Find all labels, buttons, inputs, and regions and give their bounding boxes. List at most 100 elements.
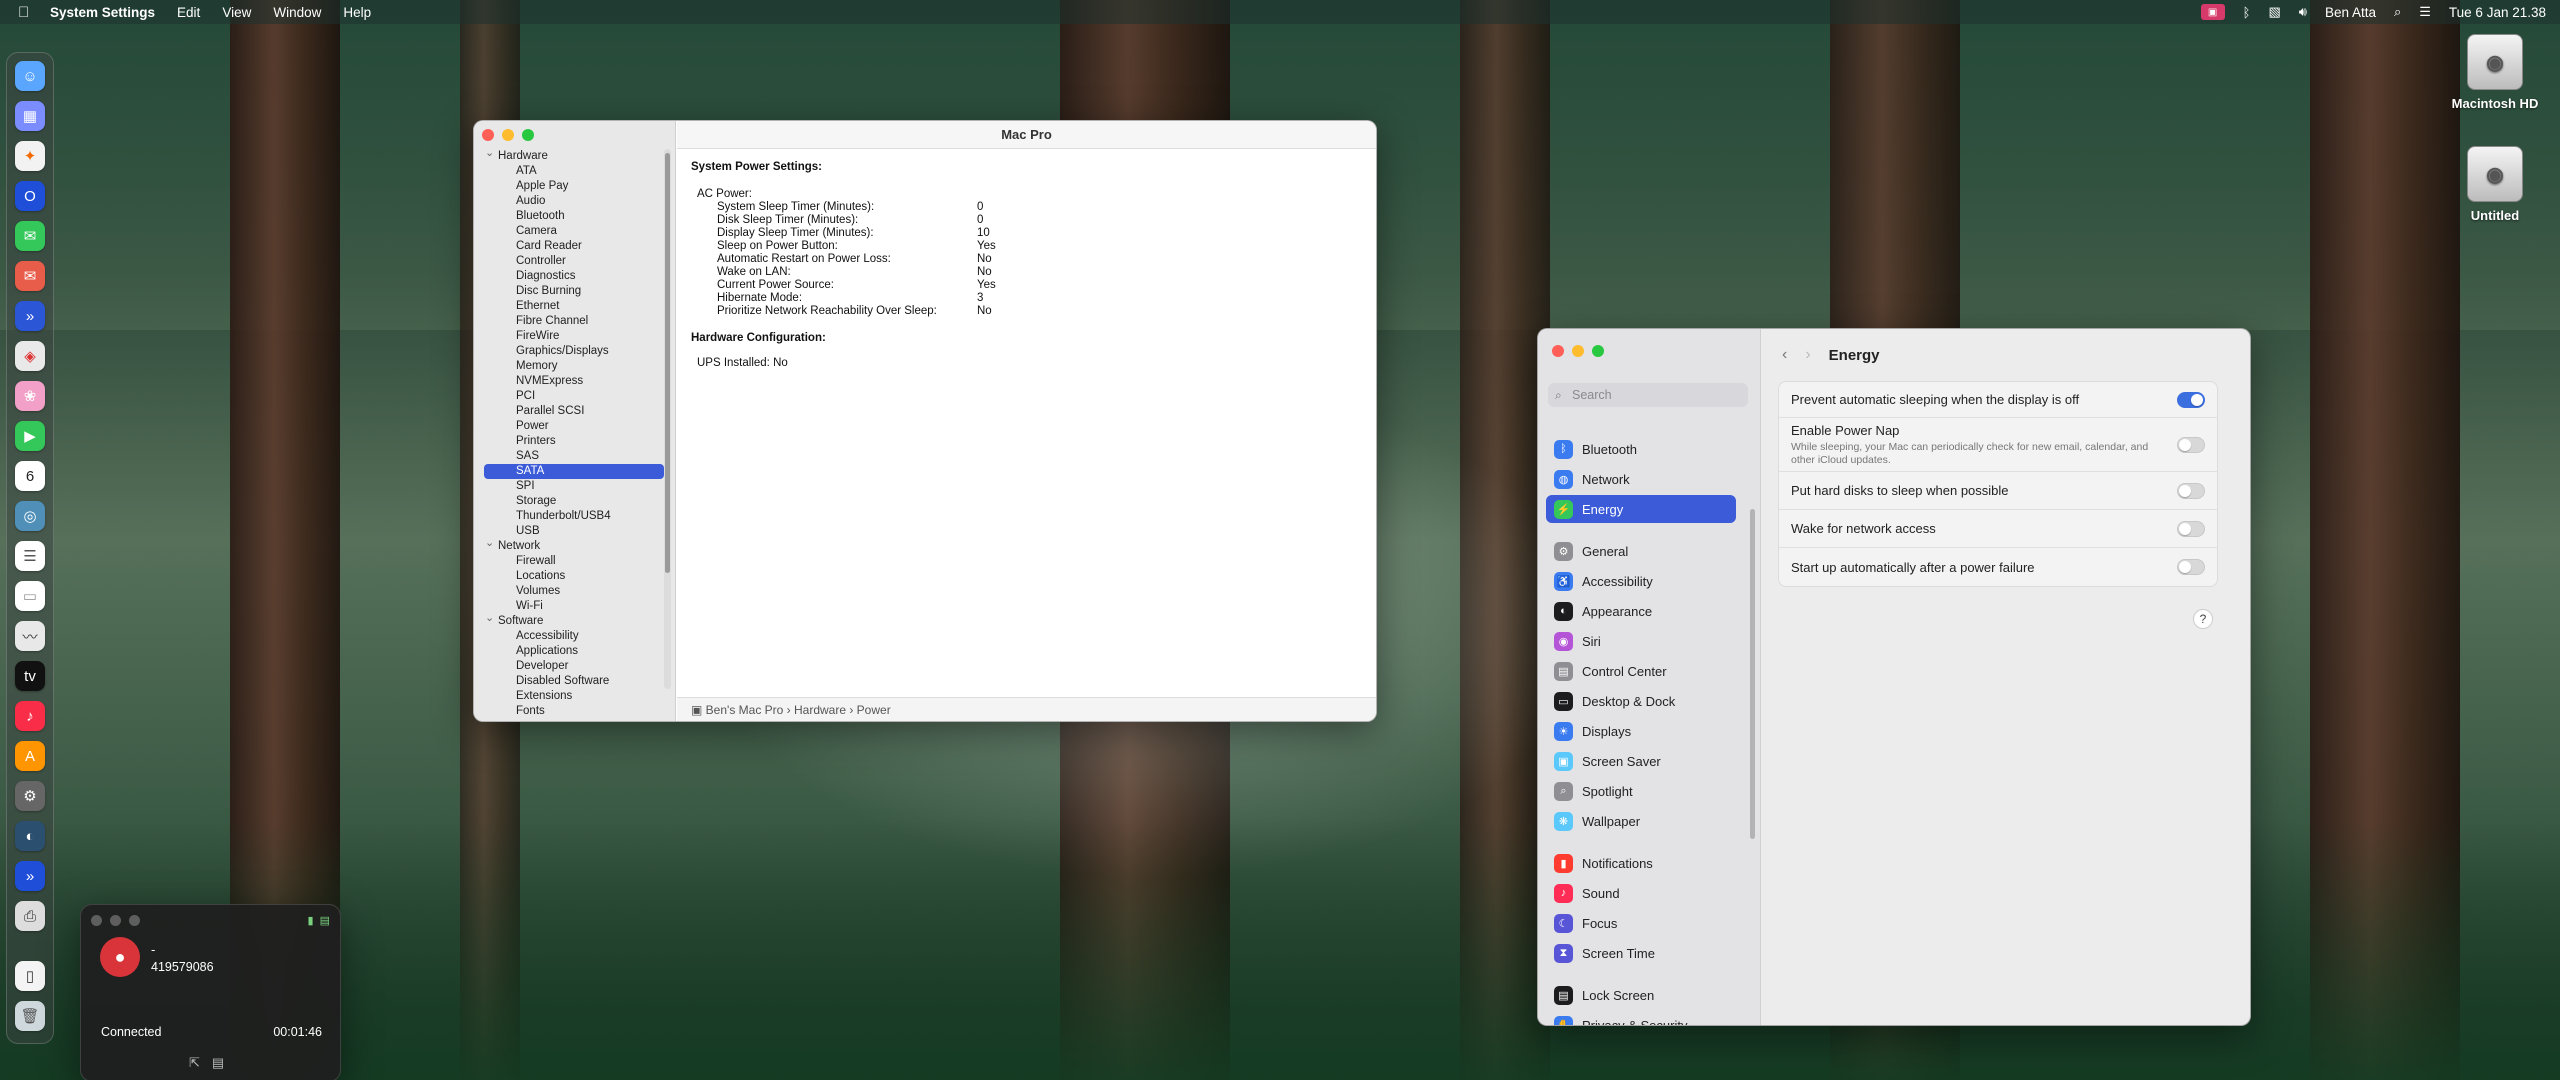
close-button[interactable] [482, 129, 494, 141]
sidebar-item-energy[interactable]: ⚡ Energy [1546, 495, 1736, 523]
app-icon-blue[interactable]: ◎ [15, 501, 45, 531]
remote-app-icon[interactable]: » [15, 861, 45, 891]
tree-item[interactable]: ATA [484, 164, 664, 179]
tree-item[interactable]: Power [484, 419, 664, 434]
mail-icon[interactable]: ✉ [15, 261, 45, 291]
tree-item[interactable]: Graphics/Displays [484, 344, 664, 359]
tree-item[interactable]: NVMExpress [484, 374, 664, 389]
tree-item[interactable]: Parallel SCSI [484, 404, 664, 419]
sidebar-item-bluetooth[interactable]: ᛒ Bluetooth [1546, 435, 1736, 463]
tree-item[interactable]: Firewall [484, 554, 664, 569]
message-icon[interactable]: ▤ [212, 1055, 224, 1071]
maps-icon[interactable]: ◈ [15, 341, 45, 371]
menu-user-name[interactable]: Ben Atta [2325, 5, 2376, 20]
sidebar-item-privacy-security[interactable]: ✋ Privacy & Security [1546, 1011, 1736, 1025]
menu-app-name[interactable]: System Settings [50, 5, 155, 20]
bluetooth-status-icon[interactable]: ᛒ [2243, 5, 2251, 20]
tree-item[interactable]: Wi-Fi [484, 599, 664, 614]
tree-item[interactable]: Diagnostics [484, 269, 664, 284]
chat-icon[interactable]: ▤ [320, 914, 330, 927]
opera-icon[interactable]: O [15, 181, 45, 211]
apple-tv-icon[interactable]: tv [15, 661, 45, 691]
sidebar-item-displays[interactable]: ☀ Displays [1546, 717, 1736, 745]
tree-item[interactable]: Ethernet [484, 299, 664, 314]
reminders-icon[interactable]: ☰ [15, 541, 45, 571]
printer-icon[interactable]: ⎙ [15, 901, 45, 931]
finder-icon[interactable]: ☺ [15, 61, 45, 91]
spotlight-search-icon[interactable]: ⌕ [2394, 4, 2401, 20]
activity-icon[interactable]: ▧ [2268, 4, 2280, 20]
tree-item[interactable]: Memory [484, 359, 664, 374]
tree-group[interactable]: Software [484, 611, 664, 629]
option-toggle[interactable] [2177, 520, 2205, 537]
sidebar-item-screen-time[interactable]: ⧗ Screen Time [1546, 939, 1736, 967]
music-icon[interactable]: ♪ [15, 701, 45, 731]
sidebar-item-lock-screen[interactable]: ▤ Lock Screen [1546, 981, 1736, 1009]
tree-group[interactable]: Network [484, 536, 664, 554]
tree-item[interactable]: Volumes [484, 584, 664, 599]
tree-group[interactable]: Hardware [484, 146, 664, 164]
sidebar-item-siri[interactable]: ◉ Siri [1546, 627, 1736, 655]
desktop-disk-macintosh-hd[interactable]: ◉ Macintosh HD [2430, 34, 2560, 111]
tree-item[interactable]: PCI [484, 389, 664, 404]
tree-item[interactable]: USB [484, 524, 664, 539]
tree-item[interactable]: Disabled Software [484, 674, 664, 689]
tree-item[interactable]: Applications [484, 644, 664, 659]
photos-icon[interactable]: ❀ [15, 381, 45, 411]
system-settings-icon[interactable]: ⚙ [15, 781, 45, 811]
minimize-button[interactable] [110, 915, 121, 926]
option-toggle[interactable] [2177, 559, 2205, 575]
sidebar-item-control-center[interactable]: ▤ Control Center [1546, 657, 1736, 685]
menu-view[interactable]: View [222, 5, 251, 20]
facetime-icon[interactable]: ▶ [15, 421, 45, 451]
back-button[interactable]: ‹ [1782, 346, 1787, 364]
sidebar-item-screen-saver[interactable]: ▣ Screen Saver [1546, 747, 1736, 775]
remote-desktop-icon[interactable]: » [15, 301, 45, 331]
trash-icon[interactable]: 🗑︎ [15, 1001, 45, 1031]
tree-item[interactable]: Accessibility [484, 629, 664, 644]
calendar-icon[interactable]: 6 [15, 461, 45, 491]
option-toggle[interactable] [2177, 391, 2205, 408]
sidebar-scrollbar[interactable] [1750, 509, 1755, 839]
option-toggle[interactable] [2177, 436, 2205, 453]
sidebar-item-sound[interactable]: ♪ Sound [1546, 879, 1736, 907]
help-button[interactable]: ? [2193, 609, 2213, 629]
apple-menu-icon[interactable]:  [18, 4, 40, 21]
menu-clock[interactable]: Tue 6 Jan 21.38 [2449, 5, 2546, 20]
tree-item[interactable]: FireWire [484, 329, 664, 344]
minimize-button[interactable] [1572, 345, 1584, 357]
sidebar-item-focus[interactable]: ☾ Focus [1546, 909, 1736, 937]
sidebar-item-network[interactable]: ◍ Network [1546, 465, 1736, 493]
tree-item[interactable]: Apple Pay [484, 179, 664, 194]
safari-icon[interactable]: ✦ [15, 141, 45, 171]
tree-item[interactable]: Printers [484, 434, 664, 449]
close-button[interactable] [91, 915, 102, 926]
tree-item[interactable]: Camera [484, 224, 664, 239]
notes-icon[interactable]: ▭ [15, 581, 45, 611]
zoom-button[interactable] [129, 915, 140, 926]
transfer-icon[interactable]: ⇱ [189, 1055, 200, 1071]
tree-item[interactable]: Fibre Channel [484, 314, 664, 329]
tree-item[interactable]: Extensions [484, 689, 664, 704]
sidebar-item-notifications[interactable]: ▮ Notifications [1546, 849, 1736, 877]
sidebar-scroll-thumb[interactable] [665, 153, 670, 573]
tree-item[interactable]: Fonts [484, 704, 664, 719]
tree-item[interactable]: SATA [484, 464, 664, 479]
tree-item[interactable]: Bluetooth [484, 209, 664, 224]
sidebar-item-wallpaper[interactable]: ❋ Wallpaper [1546, 807, 1736, 835]
tree-item[interactable]: Audio [484, 194, 664, 209]
app-icon-teal[interactable]: ◐ [15, 821, 45, 851]
tree-item[interactable]: Locations [484, 569, 664, 584]
zoom-button[interactable] [1592, 345, 1604, 357]
menu-window[interactable]: Window [273, 5, 321, 20]
sidebar-item-desktop-dock[interactable]: ▭ Desktop & Dock [1546, 687, 1736, 715]
freeform-icon[interactable]: 〰 [15, 621, 45, 651]
sidebar-item-general[interactable]: ⚙ General [1546, 537, 1736, 565]
zoom-button[interactable] [522, 129, 534, 141]
option-toggle[interactable] [2177, 482, 2205, 499]
tree-item[interactable]: Controller [484, 254, 664, 269]
menu-edit[interactable]: Edit [177, 5, 200, 20]
app-store-icon[interactable]: A [15, 741, 45, 771]
sidebar-item-spotlight[interactable]: ⌕ Spotlight [1546, 777, 1736, 805]
desktop-disk-untitled[interactable]: ◉ Untitled [2430, 146, 2560, 223]
